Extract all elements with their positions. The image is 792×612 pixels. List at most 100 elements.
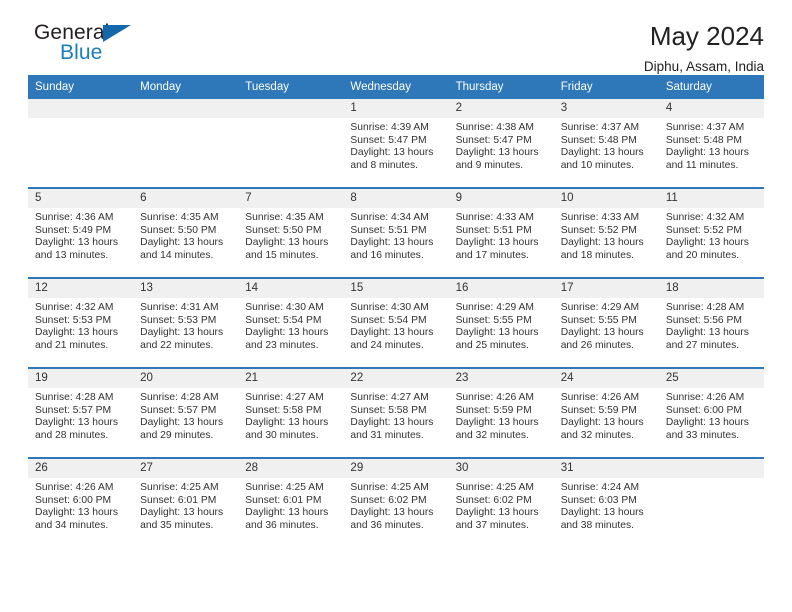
sunrise-text: Sunrise: 4:32 AM (665, 212, 745, 223)
day-cell[interactable]: 9 Sunrise: 4:33 AM Sunset: 5:51 PM Daylight… (448, 189, 554, 277)
day-cell[interactable]: 23 Sunrise: 4:26 AM Sunset: 5:59 PM Dayligh… (448, 369, 554, 457)
day-cell[interactable]: 6 Sunrise: 4:35 AM Sunset: 5:50 PM Daylight… (133, 189, 239, 277)
day-cell[interactable]: 18 Sunrise: 4:28 AM Sunset: 5:56 PM Dayligh… (658, 279, 764, 367)
calendar-cell (658, 457, 764, 547)
day-cell[interactable]: 4 Sunrise: 4:37 AM Sunset: 5:48 PM Daylight… (658, 99, 764, 187)
day-cell[interactable]: 11 Sunrise: 4:32 AM Sunset: 5:52 PM Dayligh… (658, 189, 764, 277)
day-cell[interactable]: 3 Sunrise: 4:37 AM Sunset: 5:48 PM Daylight… (553, 99, 659, 187)
daylight-text-line2: and 24 minutes. (350, 339, 424, 351)
calendar-cell: 12 Sunrise: 4:32 AM Sunset: 5:53 PM Dayligh… (28, 277, 134, 368)
day-cell[interactable]: 26 Sunrise: 4:26 AM Sunset: 6:00 PM Dayligh… (28, 459, 134, 547)
sunset-text: Sunset: 5:54 PM (350, 314, 427, 326)
daylight-text-line1: Daylight: 13 hours (35, 327, 118, 339)
day-cell[interactable]: 27 Sunrise: 4:25 AM Sunset: 6:01 PM Dayligh… (133, 459, 239, 547)
daylight-text-line2: and 15 minutes. (245, 249, 319, 261)
daylight-text-line2: and 33 minutes. (665, 429, 740, 441)
calendar-cell: 1 Sunrise: 4:39 AM Sunset: 5:47 PM Daylight… (343, 99, 449, 188)
sunset-text: Sunset: 5:59 PM (455, 404, 532, 416)
daylight-text-line1: Daylight: 13 hours (245, 507, 329, 519)
day-cell[interactable]: 1 Sunrise: 4:39 AM Sunset: 5:47 PM Daylight… (343, 99, 449, 187)
day-cell-empty (133, 99, 239, 187)
calendar-cell: 2 Sunrise: 4:38 AM Sunset: 5:47 PM Daylight… (448, 99, 554, 188)
sunrise-text: Sunrise: 4:35 AM (245, 212, 324, 223)
day-cell[interactable]: 21 Sunrise: 4:27 AM Sunset: 5:58 PM Dayligh… (238, 369, 344, 457)
daylight-text-line2: and 32 minutes. (455, 429, 529, 441)
sunset-text: Sunset: 5:51 PM (350, 224, 427, 236)
day-cell[interactable]: 7 Sunrise: 4:35 AM Sunset: 5:50 PM Daylight… (238, 189, 344, 277)
daylight-text-line2: and 28 minutes. (35, 429, 109, 441)
day-cell[interactable]: 31 Sunrise: 4:24 AM Sunset: 6:03 PM Dayligh… (553, 459, 659, 547)
daylight-text-line1: Daylight: 13 hours (245, 237, 329, 249)
logo-word-general: General (34, 21, 110, 44)
day-cell[interactable]: 29 Sunrise: 4:25 AM Sunset: 6:02 PM Dayligh… (343, 459, 449, 547)
calendar-cell: 25 Sunrise: 4:26 AM Sunset: 6:00 PM Dayligh… (658, 367, 764, 458)
day-cell[interactable]: 19 Sunrise: 4:28 AM Sunset: 5:57 PM Dayligh… (28, 369, 134, 457)
day-cell[interactable]: 20 Sunrise: 4:28 AM Sunset: 5:57 PM Dayligh… (133, 369, 239, 457)
day-number: 28 (238, 459, 344, 478)
calendar-cell: 28 Sunrise: 4:25 AM Sunset: 6:01 PM Dayligh… (238, 457, 344, 547)
sunrise-text: Sunrise: 4:26 AM (560, 392, 640, 403)
day-details: Sunrise: 4:29 AM Sunset: 5:55 PM Daylight:… (449, 298, 554, 352)
sunset-text: Sunset: 6:01 PM (140, 494, 217, 506)
day-number: 31 (553, 459, 659, 478)
sunrise-text: Sunrise: 4:27 AM (350, 392, 429, 403)
sunset-text: Sunset: 5:57 PM (140, 404, 217, 416)
day-number: 7 (238, 189, 344, 208)
daylight-text-line2: and 18 minutes. (560, 249, 634, 261)
calendar-cell: 26 Sunrise: 4:26 AM Sunset: 6:00 PM Dayligh… (28, 457, 134, 547)
calendar-cell: 8 Sunrise: 4:34 AM Sunset: 5:51 PM Daylight… (343, 187, 449, 278)
calendar-cell: 24 Sunrise: 4:26 AM Sunset: 5:59 PM Dayligh… (553, 367, 659, 458)
calendar-week-row: 5 Sunrise: 4:36 AM Sunset: 5:49 PM Daylight… (28, 187, 764, 278)
daylight-text-line2: and 36 minutes. (350, 519, 424, 531)
sunrise-text: Sunrise: 4:37 AM (560, 122, 640, 133)
sunrise-text: Sunrise: 4:28 AM (140, 392, 219, 403)
calendar-cell: 5 Sunrise: 4:36 AM Sunset: 5:49 PM Daylight… (28, 187, 134, 278)
daylight-text-line1: Daylight: 13 hours (665, 417, 749, 429)
day-cell[interactable]: 14 Sunrise: 4:30 AM Sunset: 5:54 PM Dayligh… (238, 279, 344, 367)
calendar-week-row: 1 Sunrise: 4:39 AM Sunset: 5:47 PM Daylight… (28, 99, 764, 188)
weekday-header-tuesday: Tuesday (238, 75, 344, 99)
daylight-text-line1: Daylight: 13 hours (350, 417, 434, 429)
sunrise-text: Sunrise: 4:33 AM (455, 212, 534, 223)
day-details: Sunrise: 4:26 AM Sunset: 5:59 PM Daylight:… (554, 388, 659, 442)
calendar-cell: 20 Sunrise: 4:28 AM Sunset: 5:57 PM Dayligh… (133, 367, 239, 458)
day-details: Sunrise: 4:25 AM Sunset: 6:02 PM Daylight:… (449, 478, 554, 532)
sunset-text: Sunset: 5:53 PM (35, 314, 112, 326)
daylight-text-line1: Daylight: 13 hours (35, 507, 118, 519)
calendar-cell: 10 Sunrise: 4:33 AM Sunset: 5:52 PM Dayligh… (553, 187, 659, 278)
day-cell[interactable]: 24 Sunrise: 4:26 AM Sunset: 5:59 PM Dayligh… (553, 369, 659, 457)
day-number: 10 (553, 189, 659, 208)
weekday-header-thursday: Thursday (448, 75, 554, 99)
day-cell[interactable]: 8 Sunrise: 4:34 AM Sunset: 5:51 PM Daylight… (343, 189, 449, 277)
daylight-text-line1: Daylight: 13 hours (560, 507, 644, 519)
day-cell[interactable]: 16 Sunrise: 4:29 AM Sunset: 5:55 PM Dayligh… (448, 279, 554, 367)
day-cell[interactable]: 2 Sunrise: 4:38 AM Sunset: 5:47 PM Daylight… (448, 99, 554, 187)
daylight-text-line1: Daylight: 13 hours (245, 417, 329, 429)
day-number: 18 (658, 279, 764, 298)
day-cell[interactable]: 5 Sunrise: 4:36 AM Sunset: 5:49 PM Daylight… (28, 189, 134, 277)
day-details: Sunrise: 4:25 AM Sunset: 6:02 PM Daylight:… (343, 478, 448, 532)
calendar-cell (28, 99, 134, 188)
calendar-cell: 31 Sunrise: 4:24 AM Sunset: 6:03 PM Dayligh… (553, 457, 659, 547)
day-cell[interactable]: 22 Sunrise: 4:27 AM Sunset: 5:58 PM Dayligh… (343, 369, 449, 457)
day-cell[interactable]: 17 Sunrise: 4:29 AM Sunset: 5:55 PM Dayligh… (553, 279, 659, 367)
day-cell[interactable]: 28 Sunrise: 4:25 AM Sunset: 6:01 PM Dayligh… (238, 459, 344, 547)
sunset-text: Sunset: 5:57 PM (35, 404, 112, 416)
day-cell[interactable]: 30 Sunrise: 4:25 AM Sunset: 6:02 PM Dayligh… (448, 459, 554, 547)
sunset-text: Sunset: 6:03 PM (560, 494, 637, 506)
day-cell[interactable]: 12 Sunrise: 4:32 AM Sunset: 5:53 PM Dayligh… (28, 279, 134, 367)
sunset-text: Sunset: 5:51 PM (455, 224, 532, 236)
sunrise-text: Sunrise: 4:25 AM (140, 482, 219, 493)
day-cell[interactable]: 10 Sunrise: 4:33 AM Sunset: 5:52 PM Dayligh… (553, 189, 659, 277)
day-details: Sunrise: 4:29 AM Sunset: 5:55 PM Daylight:… (554, 298, 659, 352)
day-cell[interactable]: 25 Sunrise: 4:26 AM Sunset: 6:00 PM Dayligh… (658, 369, 764, 457)
day-number: 30 (448, 459, 554, 478)
daylight-text-line2: and 10 minutes. (560, 159, 634, 171)
daylight-text-line1: Daylight: 13 hours (140, 417, 224, 429)
daylight-text-line1: Daylight: 13 hours (455, 417, 539, 429)
day-cell[interactable]: 13 Sunrise: 4:31 AM Sunset: 5:53 PM Dayligh… (133, 279, 239, 367)
sunset-text: Sunset: 5:59 PM (560, 404, 637, 416)
calendar-cell: 6 Sunrise: 4:35 AM Sunset: 5:50 PM Daylight… (133, 187, 239, 278)
day-cell[interactable]: 15 Sunrise: 4:30 AM Sunset: 5:54 PM Dayligh… (343, 279, 449, 367)
general-blue-logo[interactable]: General Blue (28, 22, 148, 70)
